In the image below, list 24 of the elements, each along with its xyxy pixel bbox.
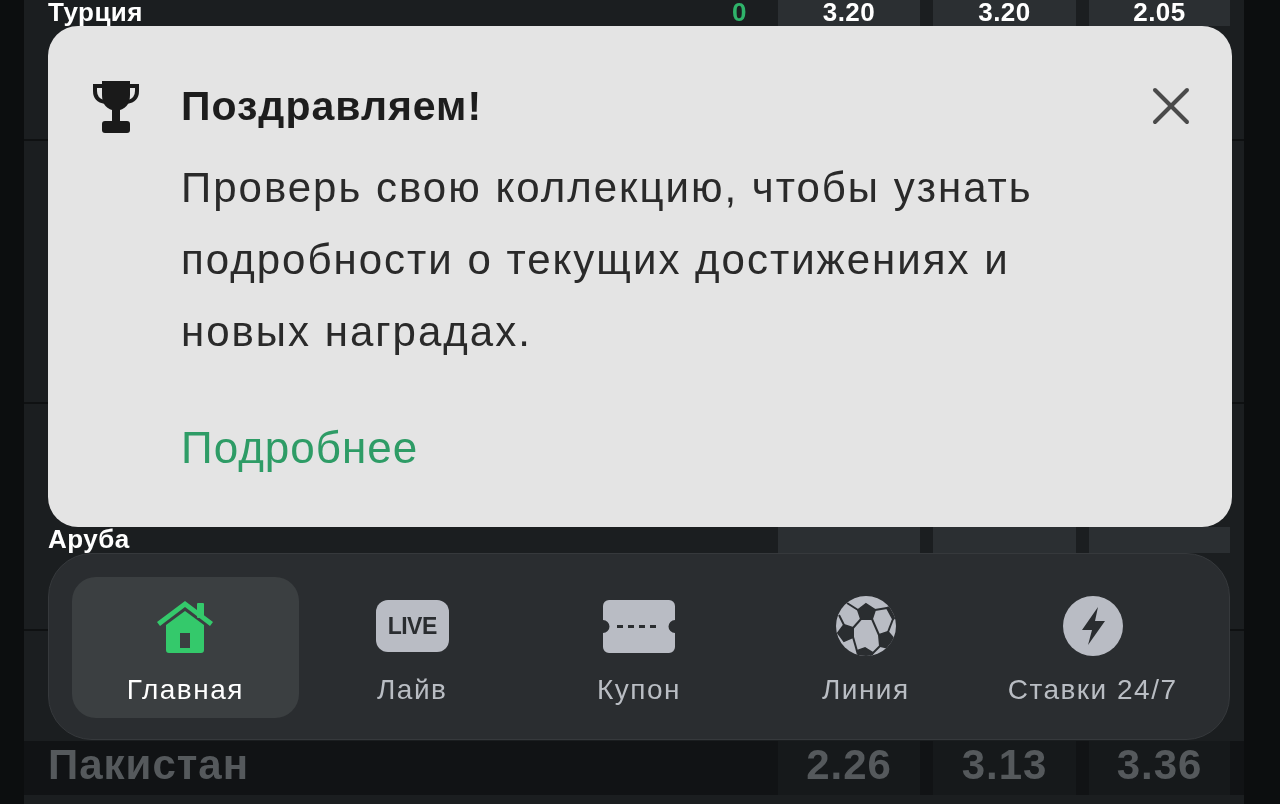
odds-button[interactable] (933, 527, 1076, 553)
odds-button[interactable]: 2.05 (1089, 0, 1230, 26)
lightning-icon (1062, 596, 1123, 656)
live-badge: LIVE (375, 600, 449, 652)
odds-button[interactable]: 3.20 (933, 0, 1076, 26)
popup-message: Проверь свою коллекцию, чтобы узнать подробности о текущих достижениях и новых наградах. (181, 163, 1034, 357)
nav-item[interactable]: LIVE Лайв (298, 577, 526, 718)
team-name: Пакистан (48, 741, 251, 789)
team-name: Аруба (48, 527, 131, 552)
close-button[interactable] (1152, 87, 1190, 125)
nav-item[interactable]: Линия (752, 577, 980, 718)
odds-button[interactable]: 3.20 (778, 0, 920, 26)
score: 0 (732, 0, 748, 25)
nav-item[interactable]: Ставки 24/7 (979, 577, 1206, 718)
odds-button[interactable] (1089, 527, 1230, 553)
popup-title: Поздравляем! (181, 82, 484, 130)
team-name: Турция (48, 0, 145, 25)
close-icon (1152, 87, 1190, 125)
ticket-icon (603, 599, 675, 653)
soccer-ball-icon (834, 595, 897, 657)
nav-item[interactable]: Главная (72, 577, 299, 718)
odds-button[interactable] (778, 527, 920, 553)
nav-item[interactable]: Купон (525, 577, 753, 718)
trophy-icon (90, 78, 142, 134)
